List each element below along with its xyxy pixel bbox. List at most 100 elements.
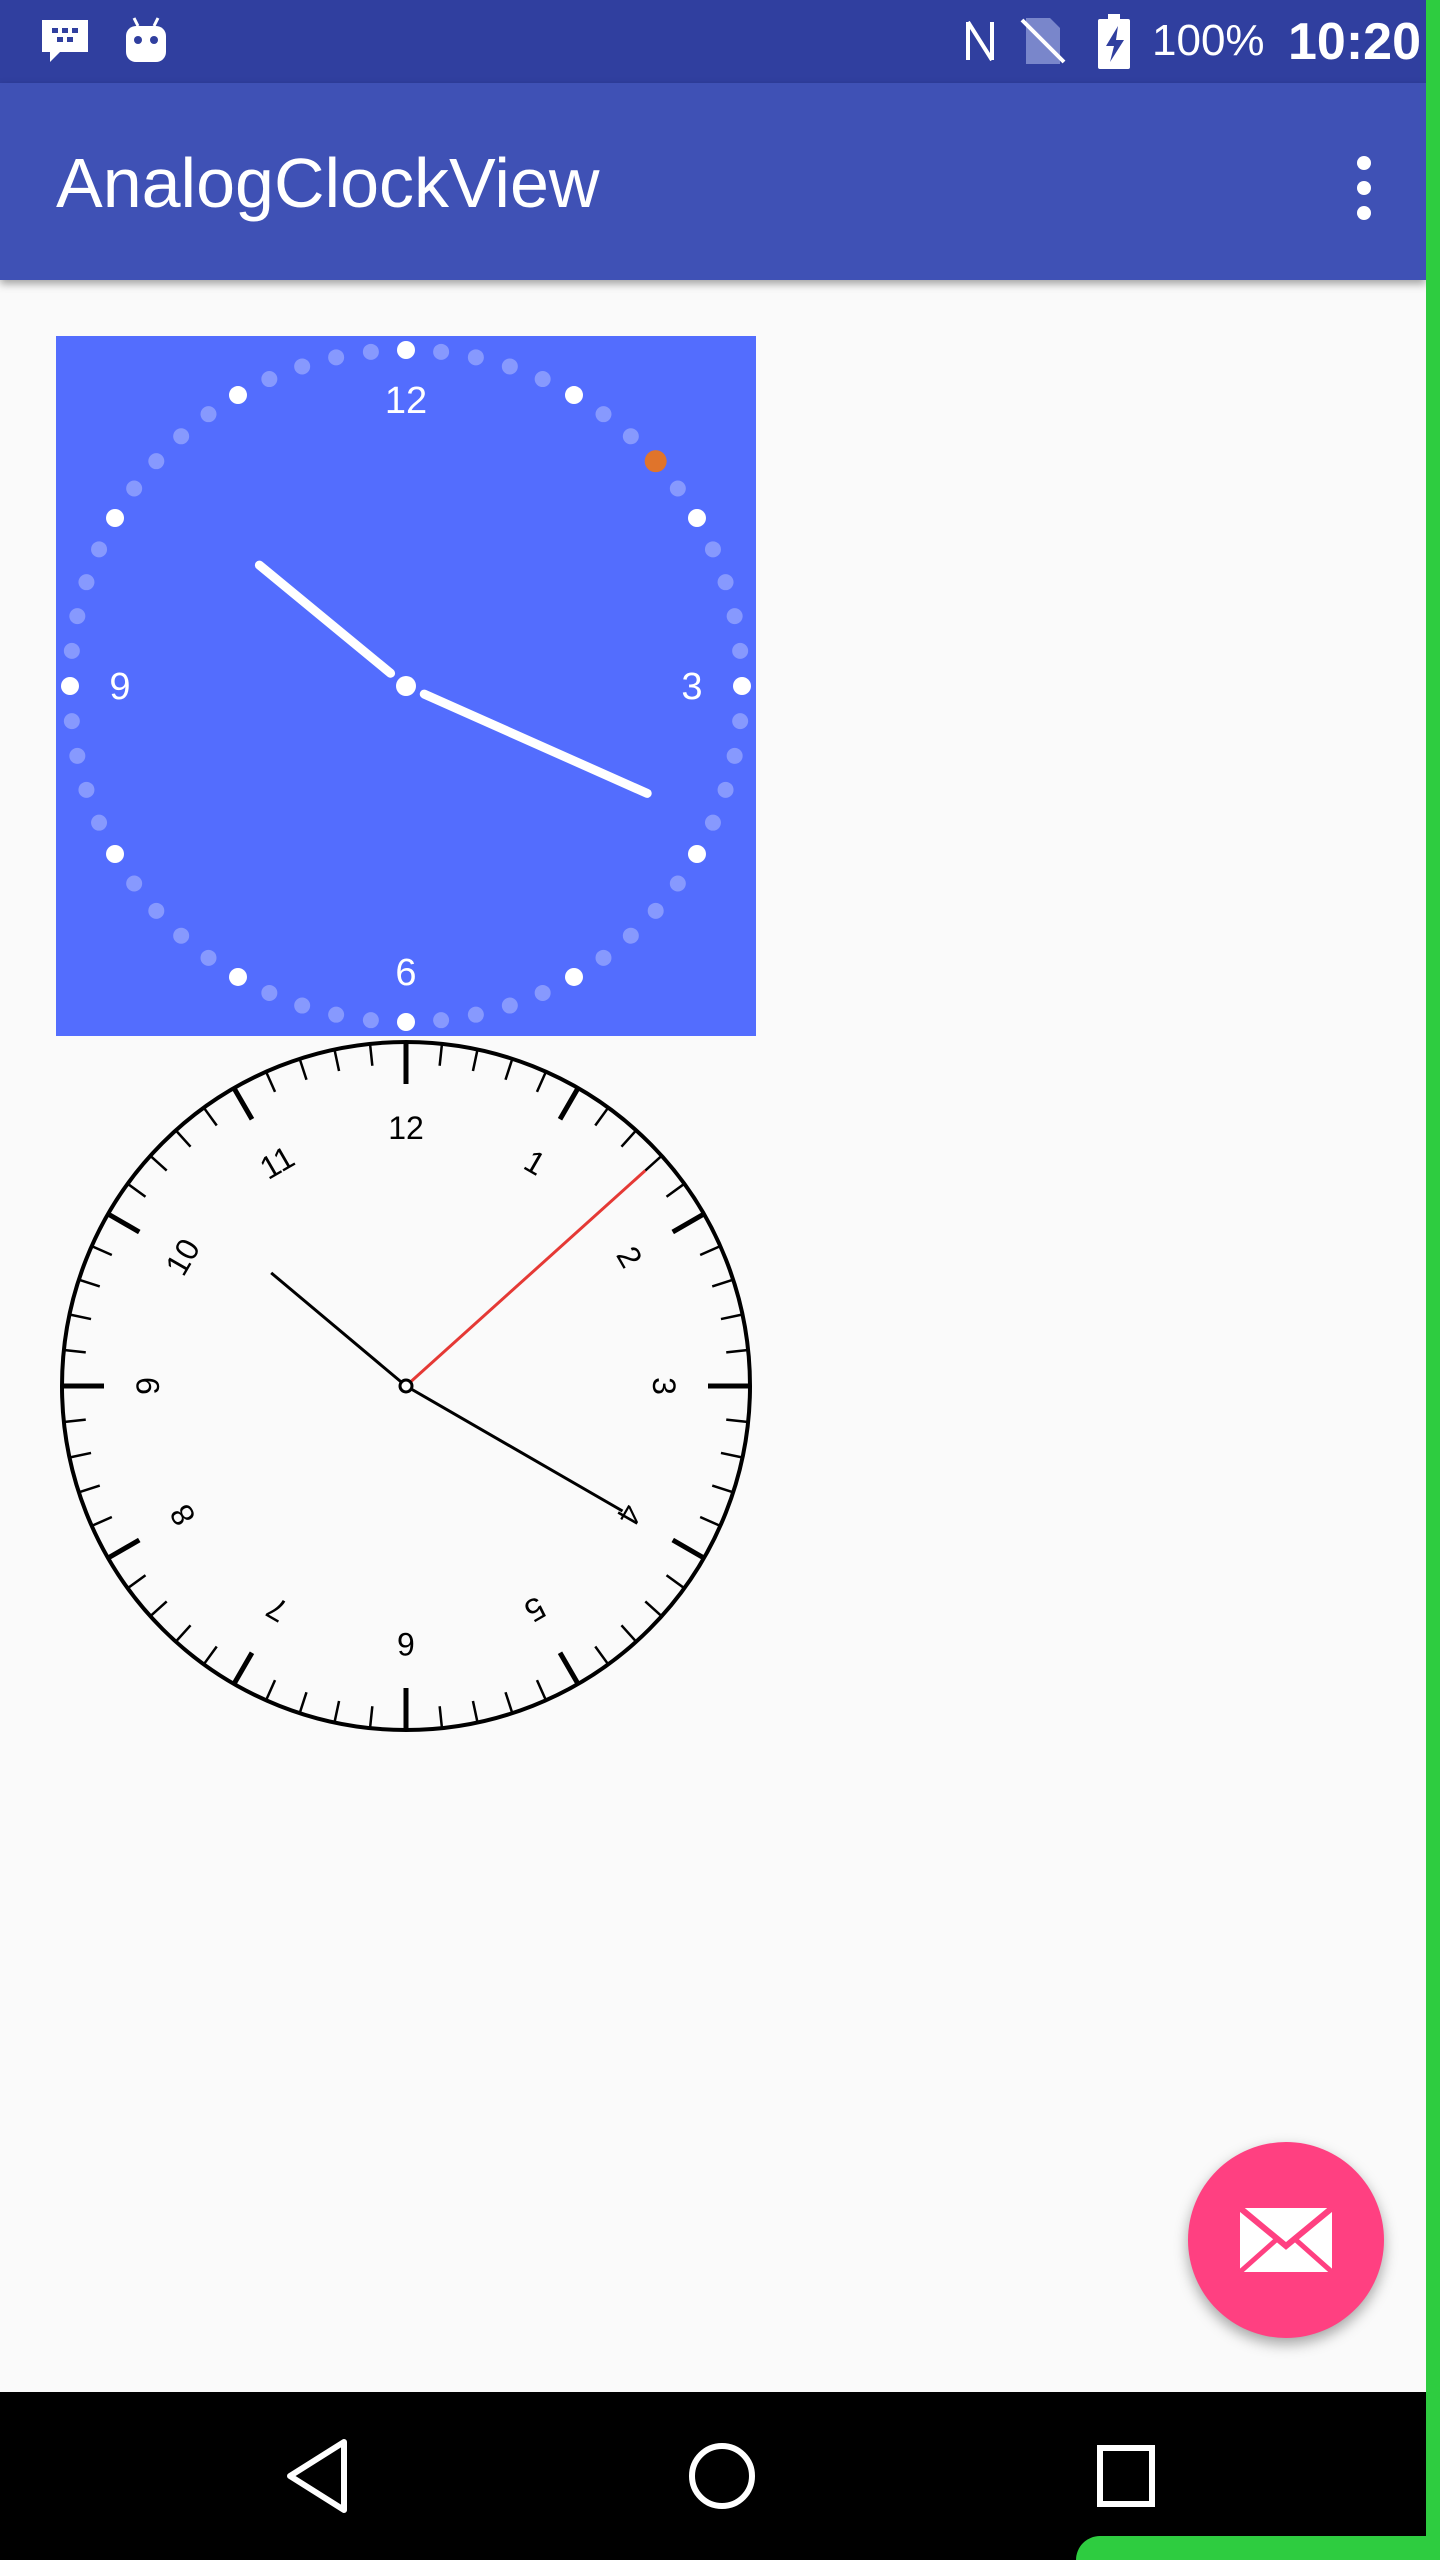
navigation-bar xyxy=(0,2392,1426,2560)
minute-dot xyxy=(647,902,664,919)
minute-dot xyxy=(595,406,612,423)
minute-dot xyxy=(78,781,95,798)
minute-dot xyxy=(717,574,734,591)
minute-dot xyxy=(467,349,484,366)
android-icon xyxy=(122,14,170,73)
minute-tick xyxy=(620,1624,638,1643)
minute-tick xyxy=(333,1700,341,1723)
hour-dot xyxy=(397,341,415,359)
classic-numeral-10: 10 xyxy=(158,1233,207,1282)
minute-dot xyxy=(63,713,80,730)
classic-numeral-5: 5 xyxy=(518,1589,551,1629)
minute-hand xyxy=(405,1384,624,1513)
minute-dot xyxy=(91,814,108,831)
minute-tick xyxy=(91,1244,113,1257)
minute-tick xyxy=(264,1071,277,1093)
more-vert-icon[interactable] xyxy=(1336,149,1392,227)
center-pin xyxy=(398,1378,414,1394)
minute-dot xyxy=(148,902,165,919)
minute-tick xyxy=(368,1043,374,1066)
minute-dot xyxy=(534,371,551,388)
minute-tick xyxy=(665,1182,686,1198)
minute-dot xyxy=(726,608,743,625)
minute-tick xyxy=(711,1278,734,1288)
minute-tick xyxy=(126,1182,147,1198)
classic-numeral-1: 1 xyxy=(518,1143,551,1183)
side-edge-indicator xyxy=(1426,0,1440,2560)
minute-tick xyxy=(699,1515,721,1528)
minute-dot xyxy=(622,428,639,445)
minute-tick xyxy=(264,1679,277,1701)
bottom-edge-indicator xyxy=(1076,2536,1440,2560)
minute-dot xyxy=(433,343,450,360)
minute-tick xyxy=(711,1484,734,1494)
hour-tick xyxy=(557,1651,581,1686)
hour-dot xyxy=(565,386,583,405)
classic-numeral-3: 3 xyxy=(646,1377,682,1395)
minute-dot xyxy=(261,984,278,1001)
mail-fab-button[interactable] xyxy=(1188,2142,1384,2338)
styled-numeral-9: 9 xyxy=(109,666,130,708)
minute-dot xyxy=(148,453,165,470)
status-bar: 100% 10:20 xyxy=(0,0,1426,83)
home-icon[interactable] xyxy=(682,2434,762,2523)
minute-tick xyxy=(438,1706,444,1729)
classic-numeral-4: 4 xyxy=(609,1498,649,1531)
minute-dot xyxy=(717,781,734,798)
classic-numeral-12: 12 xyxy=(388,1110,424,1146)
minute-dot xyxy=(669,875,686,892)
minute-tick xyxy=(535,1071,548,1093)
back-icon[interactable] xyxy=(280,2434,356,2523)
hour-tick xyxy=(231,1651,255,1686)
minute-tick xyxy=(720,1451,743,1459)
minute-tick xyxy=(69,1451,92,1459)
hour-tick xyxy=(231,1086,255,1121)
classic-numeral-8: 8 xyxy=(163,1498,203,1531)
hour-dot xyxy=(687,845,706,863)
minute-dot xyxy=(534,984,551,1001)
minute-dot xyxy=(294,997,311,1014)
hour-dot xyxy=(229,386,247,405)
minute-tick xyxy=(368,1706,374,1729)
mail-icon xyxy=(1238,2205,1334,2274)
minute-dot xyxy=(467,1006,484,1023)
classic-numeral-7: 7 xyxy=(260,1589,293,1629)
classic-numeral-2: 2 xyxy=(609,1240,649,1273)
minute-dot xyxy=(595,949,612,966)
minute-dot xyxy=(63,642,80,659)
minute-dot xyxy=(173,428,190,445)
minute-dot xyxy=(328,349,345,366)
app-bar: AnalogClockView xyxy=(0,83,1426,280)
minute-tick xyxy=(126,1574,147,1590)
recents-icon[interactable] xyxy=(1094,2434,1158,2523)
styled-clock-face: 12 3 6 9 xyxy=(56,336,756,1036)
minute-dot xyxy=(704,541,721,558)
minute-tick xyxy=(699,1244,721,1257)
hour-tick xyxy=(557,1086,581,1121)
minute-tick xyxy=(91,1515,113,1528)
styled-analog-clock: 12 3 6 9 xyxy=(56,336,756,1036)
minute-dot xyxy=(726,747,743,764)
minute-dot xyxy=(200,406,217,423)
minute-dot xyxy=(732,713,749,730)
minute-dot xyxy=(732,642,749,659)
battery-charging-icon xyxy=(1094,14,1134,75)
minute-tick xyxy=(620,1129,638,1148)
hour-dot xyxy=(397,1013,415,1031)
minute-dot xyxy=(78,574,95,591)
minute-dot xyxy=(501,997,518,1014)
minute-dot xyxy=(261,371,278,388)
hour-tick xyxy=(671,1211,706,1235)
minute-tick xyxy=(202,1645,218,1666)
minute-dot xyxy=(126,875,143,892)
minute-tick xyxy=(720,1313,743,1321)
minute-tick xyxy=(726,1418,749,1424)
minute-tick xyxy=(78,1278,101,1288)
minute-dot xyxy=(200,949,217,966)
styled-numeral-6: 6 xyxy=(395,952,416,994)
minute-dot xyxy=(433,1012,450,1029)
minute-tick xyxy=(78,1484,101,1494)
messenger-icon xyxy=(38,14,92,73)
hour-tick xyxy=(106,1211,141,1235)
minute-tick xyxy=(471,1049,479,1072)
